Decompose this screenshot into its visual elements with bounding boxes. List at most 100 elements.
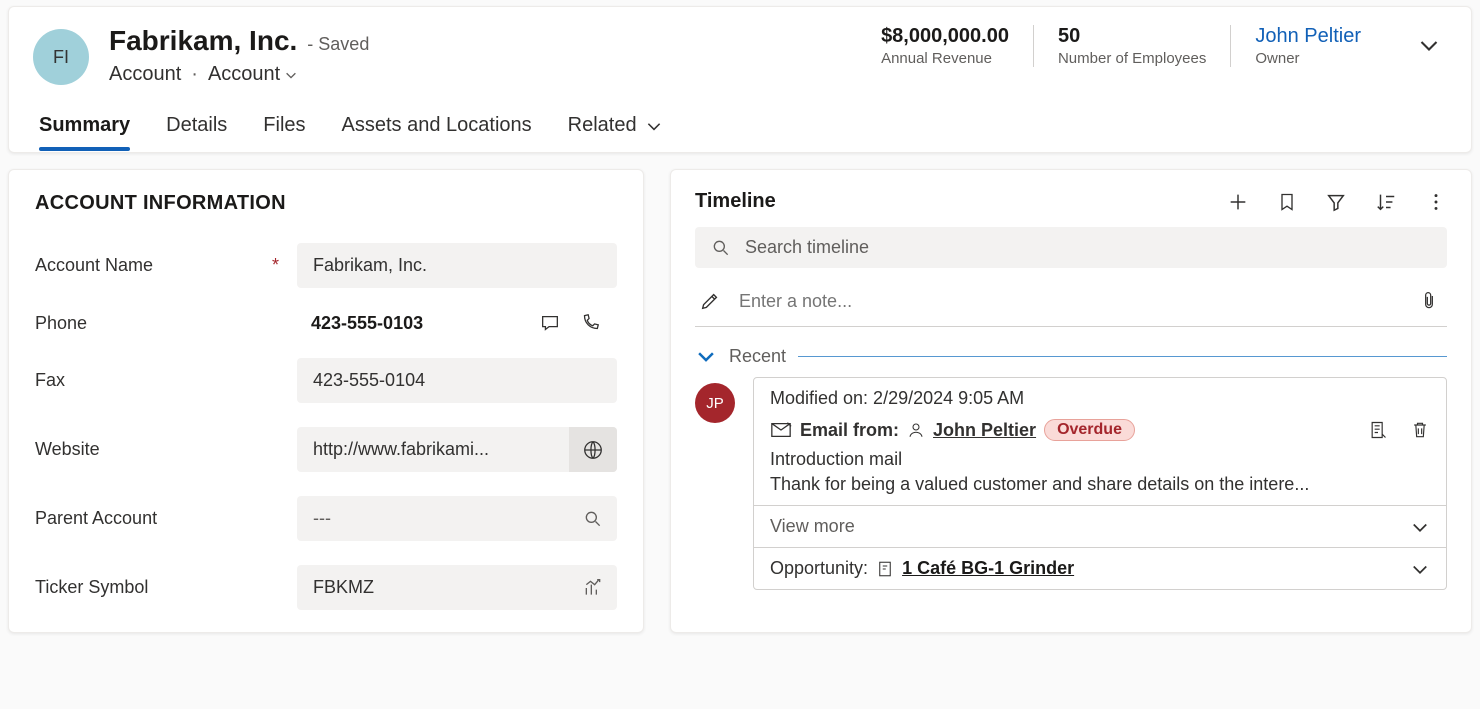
stat-label: Number of Employees xyxy=(1058,50,1206,67)
form-selector-label: Account xyxy=(208,63,280,86)
expand-button[interactable] xyxy=(1410,517,1430,537)
form-selector[interactable]: Account xyxy=(208,63,298,86)
tab-assets-locations[interactable]: Assets and Locations xyxy=(342,114,532,151)
field-phone: Phone 423-555-0103 xyxy=(35,312,617,334)
email-preview: Thank for being a valued customer and sh… xyxy=(770,474,1430,495)
tab-details[interactable]: Details xyxy=(166,114,227,151)
stat-value: $8,000,000.00 xyxy=(881,25,1009,48)
note-entry-row[interactable] xyxy=(695,276,1447,327)
chevron-down-icon xyxy=(1410,517,1430,537)
required-indicator: * xyxy=(272,255,279,276)
overdue-badge: Overdue xyxy=(1044,419,1135,441)
entity-type-label: Account xyxy=(109,63,181,86)
field-parent-account: Parent Account --- xyxy=(35,496,617,541)
attach-button[interactable] xyxy=(1419,290,1439,312)
field-ticker: Ticker Symbol FBKMZ xyxy=(35,565,617,610)
stat-label: Annual Revenue xyxy=(881,50,1009,67)
phone-icon[interactable] xyxy=(579,312,601,334)
opportunity-label: Opportunity: xyxy=(770,558,868,579)
chevron-down-icon xyxy=(695,345,717,367)
timeline-search-input[interactable] xyxy=(745,237,1431,258)
chat-icon[interactable] xyxy=(539,312,561,334)
tab-summary[interactable]: Summary xyxy=(39,114,130,151)
tab-files[interactable]: Files xyxy=(263,114,305,151)
timeline-item: JP Modified on: 2/29/2024 9:05 AM Email … xyxy=(695,377,1447,590)
account-information-panel: ACCOUNT INFORMATION Account Name * Fabri… xyxy=(8,169,644,633)
chevron-down-icon xyxy=(1417,33,1441,57)
field-label: Ticker Symbol xyxy=(35,577,148,598)
person-icon xyxy=(907,421,925,439)
field-fax: Fax 423-555-0104 xyxy=(35,358,617,403)
open-record-icon xyxy=(1368,420,1388,440)
paperclip-icon xyxy=(1419,290,1439,312)
sort-icon xyxy=(1375,191,1397,213)
field-label: Fax xyxy=(35,370,65,391)
owner-link[interactable]: John Peltier xyxy=(1255,25,1361,48)
save-status: - Saved xyxy=(307,34,369,55)
section-title: ACCOUNT INFORMATION xyxy=(35,192,617,215)
more-vertical-icon xyxy=(1425,191,1447,213)
modified-on-label: Modified on: 2/29/2024 9:05 AM xyxy=(770,388,1430,409)
globe-icon xyxy=(582,439,604,461)
email-subject: Introduction mail xyxy=(770,449,1430,470)
chevron-down-icon xyxy=(1410,559,1430,579)
filter-button[interactable] xyxy=(1325,191,1347,213)
bookmark-icon xyxy=(1277,191,1297,213)
chevron-down-icon xyxy=(284,68,298,82)
timeline-search[interactable] xyxy=(695,227,1447,268)
record-header: FI Fabrikam, Inc. - Saved Account · Acco… xyxy=(8,6,1472,153)
trash-icon xyxy=(1410,420,1430,440)
sender-link[interactable]: John Peltier xyxy=(933,420,1036,441)
account-name-input[interactable]: Fabrikam, Inc. xyxy=(297,243,617,288)
phone-value[interactable]: 423-555-0103 xyxy=(297,313,539,334)
field-label: Account Name xyxy=(35,255,153,276)
separator: · xyxy=(191,63,198,86)
tab-related[interactable]: Related xyxy=(568,114,663,151)
header-stats: $8,000,000.00 Annual Revenue 50 Number o… xyxy=(857,25,1385,67)
bookmark-button[interactable] xyxy=(1277,191,1297,213)
stat-label: Owner xyxy=(1255,50,1361,67)
stat-employees: 50 Number of Employees xyxy=(1033,25,1230,67)
chevron-down-icon xyxy=(645,117,663,135)
opportunity-icon xyxy=(876,560,894,578)
entity-avatar: FI xyxy=(33,29,89,85)
delete-button[interactable] xyxy=(1410,420,1430,440)
item-avatar: JP xyxy=(695,383,735,423)
filter-icon xyxy=(1325,191,1347,213)
search-icon xyxy=(711,238,731,258)
more-commands-button[interactable] xyxy=(1425,191,1447,213)
field-label: Parent Account xyxy=(35,508,157,529)
website-input[interactable]: http://www.fabrikami... xyxy=(297,427,569,472)
opportunity-link[interactable]: 1 Café BG-1 Grinder xyxy=(902,558,1074,579)
note-input[interactable] xyxy=(739,291,1401,312)
recent-section-header[interactable]: Recent xyxy=(695,345,1447,367)
divider xyxy=(798,356,1447,357)
sort-button[interactable] xyxy=(1375,191,1397,213)
timeline-title: Timeline xyxy=(695,190,1227,213)
view-more-button[interactable]: View more xyxy=(770,516,855,537)
timeline-panel: Timeline xyxy=(670,169,1472,633)
open-url-button[interactable] xyxy=(569,427,617,472)
entity-title: Fabrikam, Inc. xyxy=(109,25,297,57)
fax-input[interactable]: 423-555-0104 xyxy=(297,358,617,403)
stat-owner: John Peltier Owner xyxy=(1230,25,1385,67)
search-icon[interactable] xyxy=(583,509,603,529)
ticker-input[interactable]: FBKMZ xyxy=(297,565,583,610)
expand-header-button[interactable] xyxy=(1405,25,1447,57)
parent-account-lookup[interactable]: --- xyxy=(297,496,583,541)
stocks-icon[interactable] xyxy=(583,578,603,598)
stat-annual-revenue: $8,000,000.00 Annual Revenue xyxy=(857,25,1033,67)
field-label: Website xyxy=(35,439,100,460)
open-record-button[interactable] xyxy=(1368,420,1388,440)
email-icon xyxy=(770,421,792,439)
recent-label: Recent xyxy=(729,346,786,367)
add-activity-button[interactable] xyxy=(1227,191,1249,213)
field-label: Phone xyxy=(35,313,87,334)
record-tabs: Summary Details Files Assets and Locatio… xyxy=(33,114,1447,152)
field-account-name: Account Name * Fabrikam, Inc. xyxy=(35,243,617,288)
plus-icon xyxy=(1227,191,1249,213)
tab-label: Related xyxy=(568,114,637,137)
pencil-icon xyxy=(699,290,721,312)
expand-button[interactable] xyxy=(1410,559,1430,579)
field-website: Website http://www.fabrikami... xyxy=(35,427,617,472)
